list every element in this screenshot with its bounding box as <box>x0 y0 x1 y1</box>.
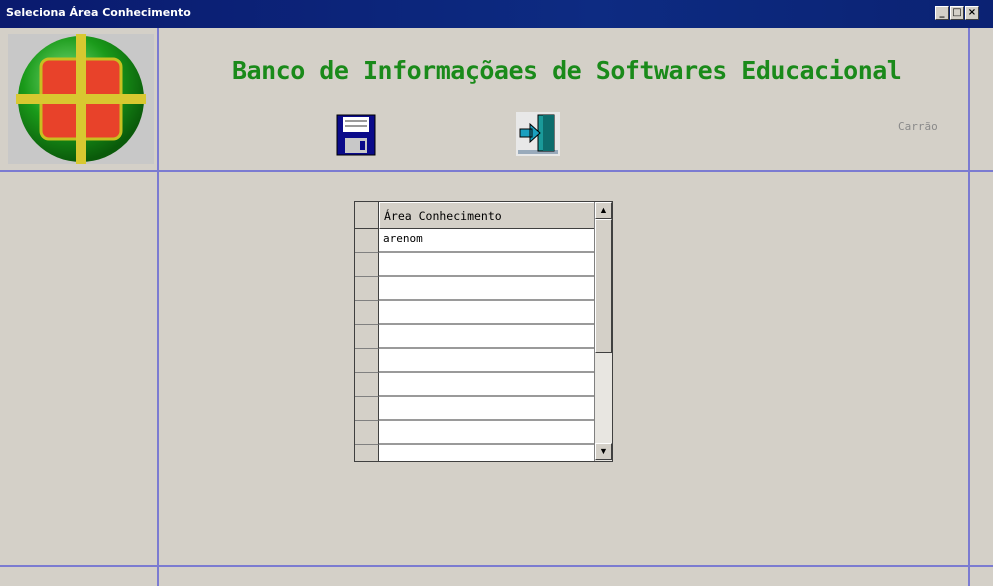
row-indicator[interactable] <box>355 253 379 277</box>
header-divider <box>0 170 993 172</box>
table-row[interactable] <box>355 325 594 349</box>
minimize-button[interactable]: _ <box>935 6 949 20</box>
minimize-icon: _ <box>939 7 945 18</box>
row-indicator[interactable] <box>355 349 379 373</box>
table-row[interactable]: arenom <box>355 229 594 253</box>
row-indicator[interactable] <box>355 301 379 325</box>
user-name-label: Carrão <box>898 120 938 133</box>
row-indicator[interactable] <box>355 325 379 349</box>
table-cell[interactable] <box>379 373 594 397</box>
app-title: Banco de Informaçõaes de Softwares Educa… <box>232 56 902 85</box>
table-cell[interactable] <box>379 301 594 325</box>
table-cell[interactable] <box>379 445 594 461</box>
table-cell[interactable] <box>379 277 594 301</box>
row-indicator[interactable] <box>355 373 379 397</box>
window-title: Seleciona Área Conhecimento <box>6 6 191 19</box>
maximize-button[interactable]: □ <box>950 6 964 20</box>
table-cell[interactable] <box>379 349 594 373</box>
table-row[interactable] <box>355 445 594 461</box>
grid-column-header[interactable]: Área Conhecimento <box>379 202 594 229</box>
row-indicator[interactable] <box>355 229 379 253</box>
scroll-down-button[interactable]: ▼ <box>595 443 612 460</box>
table-row[interactable] <box>355 397 594 421</box>
table-cell[interactable] <box>379 325 594 349</box>
table-row[interactable] <box>355 301 594 325</box>
exit-button[interactable] <box>516 112 560 156</box>
close-button[interactable]: × <box>965 6 979 20</box>
grid-vertical-scrollbar[interactable]: ▲ ▼ <box>594 202 612 461</box>
arrow-up-icon: ▲ <box>599 205 608 215</box>
row-indicator[interactable] <box>355 277 379 301</box>
save-button[interactable] <box>336 114 376 156</box>
row-indicator[interactable] <box>355 421 379 445</box>
footer-divider <box>0 565 993 567</box>
table-cell[interactable] <box>379 397 594 421</box>
globe-logo-icon <box>16 34 146 164</box>
table-cell[interactable] <box>379 253 594 277</box>
table-row[interactable] <box>355 277 594 301</box>
scroll-up-button[interactable]: ▲ <box>595 202 612 219</box>
table-cell[interactable] <box>379 421 594 445</box>
area-conhecimento-grid[interactable]: Área Conhecimento arenom ▲ ▼ <box>354 201 613 462</box>
floppy-disk-icon <box>336 114 376 156</box>
table-row[interactable] <box>355 349 594 373</box>
maximize-icon: □ <box>952 7 962 18</box>
window-titlebar: Seleciona Área Conhecimento _ □ × <box>0 0 993 28</box>
scroll-thumb[interactable] <box>595 219 612 353</box>
table-row[interactable] <box>355 373 594 397</box>
right-panel-divider <box>968 28 970 586</box>
table-row[interactable] <box>355 421 594 445</box>
exit-door-icon <box>516 112 560 156</box>
row-indicator[interactable] <box>355 397 379 421</box>
close-icon: × <box>967 7 977 18</box>
row-indicator[interactable] <box>355 445 379 461</box>
left-panel-divider <box>157 28 159 586</box>
table-row[interactable] <box>355 253 594 277</box>
app-logo <box>8 34 154 164</box>
arrow-down-icon: ▼ <box>599 446 608 456</box>
grid-corner-cell <box>355 202 379 229</box>
table-cell[interactable]: arenom <box>379 229 594 253</box>
